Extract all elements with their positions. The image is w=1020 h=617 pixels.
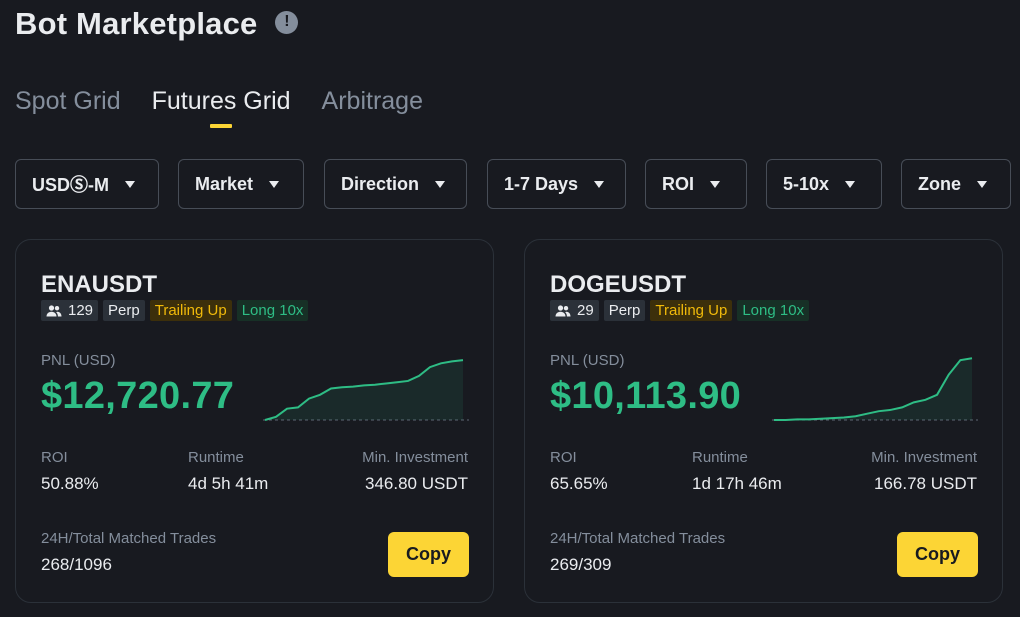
chevron-down-icon bbox=[594, 180, 605, 188]
users-badge: 29 bbox=[550, 300, 599, 321]
filter-label: Direction bbox=[341, 173, 420, 194]
filter-label: 5-10x bbox=[783, 173, 830, 194]
trailing-tag: Trailing Up bbox=[650, 300, 733, 321]
users-badge: 129 bbox=[41, 300, 99, 321]
filter-zone[interactable]: Zone bbox=[901, 159, 1011, 209]
pair-name: DOGEUSDT bbox=[550, 271, 687, 298]
min-investment-value: 346.80 USDT bbox=[365, 474, 468, 493]
min-investment-label: Min. Investment bbox=[362, 449, 468, 466]
runtime-label: Runtime bbox=[692, 449, 748, 466]
filter-margin-type[interactable]: USDⓈ-M bbox=[15, 159, 159, 209]
bot-type-tabs: Spot Grid Futures Grid Arbitrage bbox=[15, 87, 454, 116]
roi-label: ROI bbox=[550, 449, 577, 466]
roi-label: ROI bbox=[41, 449, 68, 466]
filter-label: 1-7 Days bbox=[504, 173, 579, 194]
users-icon bbox=[555, 304, 571, 316]
perp-tag: Perp bbox=[603, 300, 646, 321]
bot-card[interactable]: DOGEUSDT 29 Perp Trailing Up Long 10x PN… bbox=[524, 239, 1003, 603]
sparkline-area bbox=[265, 360, 463, 420]
chevron-down-icon bbox=[125, 180, 135, 188]
trades-label: 24H/Total Matched Trades bbox=[550, 530, 726, 547]
chevron-down-icon bbox=[845, 180, 856, 188]
pnl-value: $10,113.90 bbox=[550, 375, 742, 417]
bot-card[interactable]: ENAUSDT 129 Perp Trailing Up Long 10x PN… bbox=[15, 239, 494, 603]
pnl-sparkline bbox=[772, 357, 978, 421]
page-title: Bot Marketplace bbox=[15, 6, 258, 41]
pnl-label: PNL (USD) bbox=[41, 352, 116, 369]
trades-value: 268/1096 bbox=[41, 555, 112, 574]
min-investment-label: Min. Investment bbox=[871, 449, 977, 466]
bot-tags: 129 Perp Trailing Up Long 10x bbox=[41, 300, 313, 321]
filter-bar: USDⓈ-M Market Direction 1-7 Days ROI 5-1… bbox=[0, 159, 1020, 209]
roi-value: 65.65% bbox=[550, 474, 608, 493]
filter-label: ROI bbox=[662, 173, 695, 194]
roi-value: 50.88% bbox=[41, 474, 99, 493]
filter-direction[interactable]: Direction bbox=[324, 159, 467, 209]
info-icon[interactable]: ! bbox=[275, 10, 299, 34]
direction-tag: Long 10x bbox=[737, 300, 810, 321]
tab-spot-grid[interactable]: Spot Grid bbox=[15, 87, 121, 116]
users-icon bbox=[46, 304, 62, 316]
trades-label: 24H/Total Matched Trades bbox=[41, 530, 217, 547]
filter-leverage[interactable]: 5-10x bbox=[766, 159, 882, 209]
filter-market[interactable]: Market bbox=[178, 159, 304, 209]
bot-tags: 29 Perp Trailing Up Long 10x bbox=[550, 300, 814, 321]
users-count: 129 bbox=[68, 302, 94, 319]
sparkline-area bbox=[774, 358, 972, 420]
copy-button[interactable]: Copy bbox=[897, 532, 978, 577]
tab-arbitrage[interactable]: Arbitrage bbox=[322, 87, 423, 116]
chevron-down-icon bbox=[435, 180, 446, 188]
chevron-down-icon bbox=[977, 180, 987, 188]
filter-label: Zone bbox=[918, 173, 961, 194]
tab-futures-grid[interactable]: Futures Grid bbox=[152, 87, 291, 116]
filter-label: USDⓈ-M bbox=[32, 175, 109, 195]
pnl-sparkline bbox=[263, 359, 469, 421]
filter-sort-roi[interactable]: ROI bbox=[645, 159, 747, 209]
pnl-label: PNL (USD) bbox=[550, 352, 625, 369]
runtime-value: 4d 5h 41m bbox=[188, 474, 269, 493]
copy-button[interactable]: Copy bbox=[388, 532, 469, 577]
page-header: Bot Marketplace ! bbox=[15, 6, 299, 42]
chevron-down-icon bbox=[710, 180, 721, 188]
runtime-label: Runtime bbox=[188, 449, 244, 466]
users-count: 29 bbox=[577, 302, 594, 319]
trades-value: 269/309 bbox=[550, 555, 612, 574]
chevron-down-icon bbox=[269, 180, 280, 188]
runtime-value: 1d 17h 46m bbox=[692, 474, 782, 493]
min-investment-value: 166.78 USDT bbox=[874, 474, 977, 493]
trailing-tag: Trailing Up bbox=[149, 300, 232, 321]
filter-runtime[interactable]: 1-7 Days bbox=[487, 159, 626, 209]
filter-label: Market bbox=[195, 173, 254, 194]
pair-name: ENAUSDT bbox=[41, 271, 158, 298]
direction-tag: Long 10x bbox=[236, 300, 309, 321]
perp-tag: Perp bbox=[103, 300, 145, 321]
pnl-value: $12,720.77 bbox=[41, 375, 235, 417]
